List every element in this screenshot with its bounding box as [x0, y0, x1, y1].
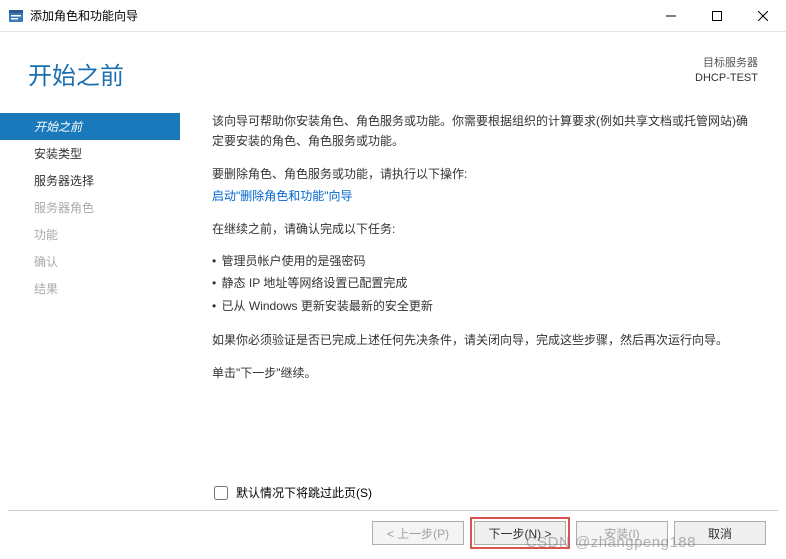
maximize-button[interactable] [694, 0, 740, 32]
wizard-steps-sidebar: 开始之前 安装类型 服务器选择 服务器角色 功能 确认 结果 [0, 105, 180, 505]
target-server-label: 目标服务器 [695, 56, 758, 71]
previous-button: < 上一步(P) [372, 521, 464, 545]
list-item: 静态 IP 地址等网络设置已配置完成 [212, 273, 754, 293]
target-server-info: 目标服务器 DHCP-TEST [695, 56, 758, 87]
list-item: 已从 Windows 更新安装最新的安全更新 [212, 296, 754, 316]
sidebar-item-server-roles: 服务器角色 [0, 194, 180, 221]
remove-roles-link[interactable]: 启动"删除角色和功能"向导 [212, 189, 353, 203]
before-continue-label: 在继续之前，请确认完成以下任务: [212, 219, 754, 239]
next-button[interactable]: 下一步(N) > [474, 521, 566, 545]
sidebar-item-installation-type[interactable]: 安装类型 [0, 140, 180, 167]
close-button[interactable] [740, 0, 786, 32]
sidebar-item-features: 功能 [0, 221, 180, 248]
minimize-button[interactable] [648, 0, 694, 32]
footer-separator [8, 510, 778, 511]
body: 开始之前 安装类型 服务器选择 服务器角色 功能 确认 结果 该向导可帮助你安装… [0, 105, 786, 505]
intro-text: 该向导可帮助你安装角色、角色服务或功能。你需要根据组织的计算要求(例如共享文档或… [212, 111, 754, 152]
window-title: 添加角色和功能向导 [30, 7, 648, 24]
next-button-highlight: 下一步(N) > [470, 517, 570, 549]
skip-page-label: 默认情况下将跳过此页(S) [236, 484, 372, 501]
header: 开始之前 目标服务器 DHCP-TEST [0, 32, 786, 105]
content-panel: 该向导可帮助你安装角色、角色服务或功能。你需要根据组织的计算要求(例如共享文档或… [180, 105, 786, 505]
prerequisite-list: 管理员帐户使用的是强密码 静态 IP 地址等网络设置已配置完成 已从 Windo… [212, 251, 754, 316]
verify-note: 如果你必须验证是否已完成上述任何先决条件，请关闭向导，完成这些步骤，然后再次运行… [212, 330, 754, 350]
sidebar-item-server-selection[interactable]: 服务器选择 [0, 167, 180, 194]
sidebar-item-before-you-begin[interactable]: 开始之前 [0, 113, 180, 140]
remove-roles-label: 要删除角色、角色服务或功能，请执行以下操作: [212, 164, 754, 184]
window-controls [648, 0, 786, 31]
install-button: 安装(I) [576, 521, 668, 545]
app-icon [8, 8, 24, 24]
sidebar-item-confirmation: 确认 [0, 248, 180, 275]
list-item: 管理员帐户使用的是强密码 [212, 251, 754, 271]
titlebar: 添加角色和功能向导 [0, 0, 786, 32]
target-server-name: DHCP-TEST [695, 71, 758, 86]
footer-buttons: < 上一步(P) 下一步(N) > 安装(I) 取消 [372, 517, 766, 549]
cancel-button[interactable]: 取消 [674, 521, 766, 545]
continue-note: 单击"下一步"继续。 [212, 363, 754, 383]
sidebar-item-results: 结果 [0, 275, 180, 302]
skip-page-row: 默认情况下将跳过此页(S) [214, 484, 372, 501]
page-title: 开始之前 [28, 56, 695, 91]
skip-page-checkbox[interactable] [214, 486, 228, 500]
